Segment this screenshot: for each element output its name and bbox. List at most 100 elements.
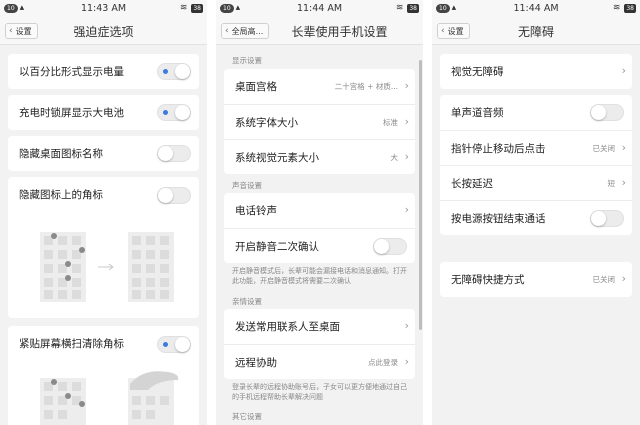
sound-settings-card: 电话铃声 › 开启静音二次确认 [224, 193, 415, 263]
chevron-right-icon: › [404, 115, 409, 128]
setting-card-battery-percent: 以百分比形式显示电量 [8, 54, 199, 89]
setting-row[interactable]: 视觉无障碍 › [440, 54, 632, 89]
accessibility-card-vision: 视觉无障碍 › [440, 54, 632, 89]
setting-label: 开启静音二次确认 [235, 241, 319, 253]
screen-ocd-options: 10 ▴ 11:43 AM ≋ 38 ‹ 设置 强迫症选项 以百分比形式显示电量 充电… [0, 0, 207, 425]
status-time: 11:43 AM [80, 3, 127, 14]
accessibility-card-audio: 单声道音频 指针停止移动后点击 已关闭 › 长按延迟 短 › 按电源按钮结束通话 [440, 95, 632, 235]
toggle-switch[interactable] [373, 238, 407, 255]
setting-row[interactable]: 隐藏图标上的角标 [8, 177, 199, 213]
chevron-right-icon: › [404, 79, 409, 92]
setting-card-hide-badges: 隐藏图标上的角标 [8, 177, 199, 318]
family-settings-card: 发送常用联系人至桌面 › 远程协助 点此登录 › [224, 309, 415, 379]
toggle-switch[interactable] [590, 104, 624, 121]
setting-label: 按电源按钮结束通话 [451, 213, 546, 225]
section-title-display: 显示设置 [232, 56, 262, 65]
setting-label: 以百分比形式显示电量 [19, 66, 124, 78]
display-settings-card: 桌面宫格 二十宫格 + 材质... › 系统字体大小 标准 › 系统视觉元素大小… [224, 69, 415, 174]
page-title: 强迫症选项 [73, 25, 134, 39]
screen-elderly-settings: 10 ▴ 11:44 AM ≋ 38 ‹ 全局高... 长辈使用手机设置 显示设置 桌… [216, 0, 423, 425]
setting-label: 充电时锁屏显示大电池 [19, 107, 124, 119]
setting-label: 隐藏图标上的角标 [19, 189, 103, 201]
setting-value: 大 [390, 153, 399, 162]
toggle-switch[interactable] [157, 145, 191, 162]
setting-label: 指针停止移动后点击 [451, 143, 546, 155]
setting-row[interactable]: 隐藏桌面图标名称 [8, 136, 199, 171]
chevron-right-icon: › [621, 176, 626, 189]
setting-label: 视觉无障碍 [451, 66, 504, 78]
status-time: 11:44 AM [296, 3, 343, 14]
toggle-switch[interactable] [157, 104, 191, 121]
battery-icon: 38 [624, 3, 636, 13]
setting-label: 桌面宫格 [235, 81, 277, 93]
setting-row[interactable]: 长按延迟 短 › [440, 165, 632, 200]
chevron-left-icon: ‹ [225, 26, 229, 36]
wifi-icon: ≋ [612, 3, 621, 13]
section-title-other: 其它设置 [232, 412, 262, 421]
setting-row[interactable]: 单声道音频 [440, 95, 632, 130]
setting-label: 系统视觉元素大小 [235, 152, 319, 164]
page-title: 无障碍 [517, 25, 554, 39]
toggle-switch[interactable] [157, 336, 191, 353]
setting-row[interactable]: 系统视觉元素大小 大 › [224, 139, 415, 174]
setting-card-swipe-clear: 紧贴屏幕横扫清除角标 [8, 326, 199, 425]
toggle-switch[interactable] [590, 210, 624, 227]
chevron-right-icon: › [404, 150, 409, 163]
wifi-icon: ≋ [179, 3, 188, 13]
setting-label: 隐藏桌面图标名称 [19, 148, 103, 160]
setting-label: 远程协助 [235, 357, 277, 369]
mute-confirm-note: 开启静音模式后，长辈可能会漏接电话和消息通知。打开此功能，开启静音模式将需要二次… [232, 267, 407, 285]
setting-label: 紧贴屏幕横扫清除角标 [19, 338, 124, 350]
setting-card-hide-names: 隐藏桌面图标名称 [8, 136, 199, 171]
setting-value: 已关闭 [592, 144, 616, 153]
setting-row[interactable]: 桌面宫格 二十宫格 + 材质... › [224, 69, 415, 104]
chevron-right-icon: › [621, 64, 626, 77]
setting-value: 点此登录 [368, 358, 398, 367]
setting-row[interactable]: 开启静音二次确认 [224, 228, 415, 263]
setting-label: 长按延迟 [451, 178, 493, 190]
toggle-switch[interactable] [157, 187, 191, 204]
nav-bar: ‹ 全局高... 长辈使用手机设置 [216, 17, 423, 45]
battery-icon: 38 [191, 3, 203, 13]
setting-label: 单声道音频 [451, 107, 504, 119]
setting-card-big-battery: 充电时锁屏显示大电池 [8, 95, 199, 130]
screen-divider [207, 0, 216, 425]
chevron-right-icon: › [404, 203, 409, 216]
setting-row[interactable]: 紧贴屏幕横扫清除角标 [8, 326, 199, 362]
status-bar: 10 ▴ 11:44 AM ≋ 38 [432, 0, 640, 17]
setting-row[interactable]: 无障碍快捷方式 已关闭 › [440, 262, 632, 297]
setting-label: 系统字体大小 [235, 117, 298, 129]
nav-bar: ‹ 设置 无障碍 [432, 17, 640, 45]
setting-row[interactable]: 远程协助 点此登录 › [224, 344, 415, 379]
battery-icon: 38 [407, 3, 419, 13]
chevron-right-icon: › [621, 141, 626, 154]
status-time: 11:44 AM [513, 3, 559, 14]
setting-row[interactable]: 以百分比形式显示电量 [8, 54, 199, 89]
setting-value: 短 [607, 179, 616, 188]
setting-label: 发送常用联系人至桌面 [235, 321, 340, 333]
section-title-sound: 声音设置 [232, 181, 262, 190]
setting-value: 标准 [383, 118, 398, 127]
remote-assist-note: 登录长辈的远程协助账号后，子女可以更方便地通过自己的手机远程帮助长辈解决问题 [232, 383, 407, 401]
setting-value: 二十宫格 + 材质... [334, 82, 398, 91]
chevron-right-icon: › [404, 355, 409, 368]
setting-row[interactable]: 指针停止移动后点击 已关闭 › [440, 130, 632, 165]
screen-divider [423, 0, 432, 425]
setting-row[interactable]: 发送常用联系人至桌面 › [224, 309, 415, 344]
status-bar: 10 ▴ 11:43 AM ≋ 38 [0, 0, 207, 17]
nav-bar: ‹ 设置 强迫症选项 [0, 17, 207, 45]
wifi-icon: ≋ [395, 3, 404, 13]
setting-row[interactable]: 按电源按钮结束通话 [440, 200, 632, 235]
badge-illustration [40, 232, 174, 302]
screen-accessibility: 10 ▴ 11:44 AM ≋ 38 ‹ 设置 无障碍 视觉无障碍 › 单声道音频 指… [432, 0, 640, 425]
setting-row[interactable]: 充电时锁屏显示大电池 [8, 95, 199, 130]
scrollbar[interactable] [419, 60, 422, 330]
page-title: 长辈使用手机设置 [291, 25, 388, 39]
setting-label: 电话铃声 [235, 205, 277, 217]
accessibility-card-shortcut: 无障碍快捷方式 已关闭 › [440, 262, 632, 297]
section-title-family: 亲情设置 [232, 297, 262, 306]
status-bar: 10 ▴ 11:44 AM ≋ 38 [216, 0, 423, 17]
setting-row[interactable]: 电话铃声 › [224, 193, 415, 228]
toggle-switch[interactable] [157, 63, 191, 80]
setting-row[interactable]: 系统字体大小 标准 › [224, 104, 415, 139]
